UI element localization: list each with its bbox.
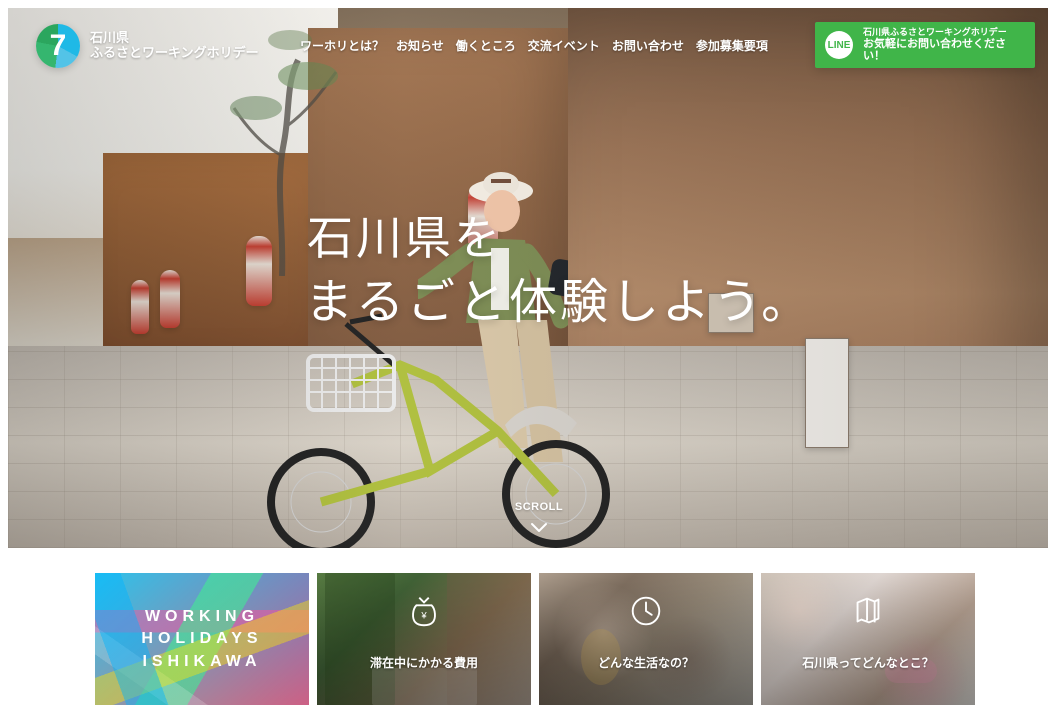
working-holidays-card[interactable]: WORKING HOLIDAYS ISHIKAWA: [95, 573, 309, 705]
lifestyle-card-label: どんな生活なの？: [597, 656, 694, 670]
nav-item-contact[interactable]: お問い合わせ: [612, 37, 684, 54]
line-cta-top-text: 石川県ふるさとワーキングホリデー: [863, 26, 1007, 37]
working-holidays-text: WORKING HOLIDAYS ISHIKAWA: [95, 606, 309, 673]
lifestyle-card[interactable]: どんな生活なの？: [539, 573, 753, 705]
page: 7 石川県 ふるさとワーキングホリデー ワーホリとは？ お知らせ 働くところ 交…: [0, 0, 1049, 709]
brand-subtitle: ふるさとワーキングホリデー: [90, 45, 259, 60]
clock-icon: [631, 596, 661, 626]
nav-item-news[interactable]: お知らせ: [396, 37, 444, 54]
nav-item-requirements[interactable]: 参加募集要項: [696, 37, 768, 54]
line-contact-button[interactable]: LINE 石川県ふるさとワーキングホリデー お気軽にお問い合わせください！: [815, 22, 1035, 68]
nav-item-events[interactable]: 交流イベント: [528, 37, 600, 54]
working-holidays-line-2: HOLIDAYS: [141, 630, 263, 648]
scroll-indicator[interactable]: SCROLL: [509, 501, 569, 543]
line-cta-bottom-text: お気軽にお問い合わせください！: [863, 37, 1006, 62]
hero-headline-line1: 石川県を: [307, 211, 503, 265]
brand-title: 石川県: [90, 30, 130, 46]
working-holidays-line-3: ISHIKAWA: [142, 652, 262, 670]
main-navigation: ワーホリとは？ お知らせ 働くところ 交流イベント お問い合わせ 参加募集要項: [300, 37, 768, 54]
logo-icon: 7: [36, 24, 80, 68]
logo-mark: 7: [49, 29, 67, 62]
brand-text: 石川県 ふるさとワーキングホリデー: [90, 30, 259, 61]
ishikawa-card[interactable]: 石川県ってどんなとこ？: [761, 573, 975, 705]
money-bag-icon: ¥: [412, 597, 436, 627]
hero-headline-line2: まるごと体験しよう。: [305, 273, 813, 330]
cost-card[interactable]: ¥ 滞在中にかかる費用: [317, 573, 531, 705]
ishikawa-card-label: 石川県ってどんなとこ？: [802, 656, 934, 670]
line-icon: LINE: [825, 31, 853, 59]
cost-card-label: 滞在中にかかる費用: [369, 656, 478, 670]
feature-cards: WORKING HOLIDAYS ISHIKAWA ¥ 滞在中にかかる費用 どん…: [95, 573, 975, 705]
line-cta-text: 石川県ふるさとワーキングホリデー お気軽にお問い合わせください！: [863, 26, 1025, 62]
svg-text:¥: ¥: [420, 611, 427, 622]
scroll-label: SCROLL: [514, 501, 564, 513]
site-brand[interactable]: 7 石川県 ふるさとワーキングホリデー: [36, 24, 259, 68]
hero-headline: 石川県を まるごと体験しよう。: [305, 213, 812, 328]
nav-item-workplaces[interactable]: 働くところ: [456, 37, 516, 54]
map-icon: [856, 597, 880, 624]
nav-item-about[interactable]: ワーホリとは？: [300, 37, 384, 54]
chevron-down-icon: [531, 523, 547, 532]
working-holidays-line-1: WORKING: [144, 608, 260, 625]
